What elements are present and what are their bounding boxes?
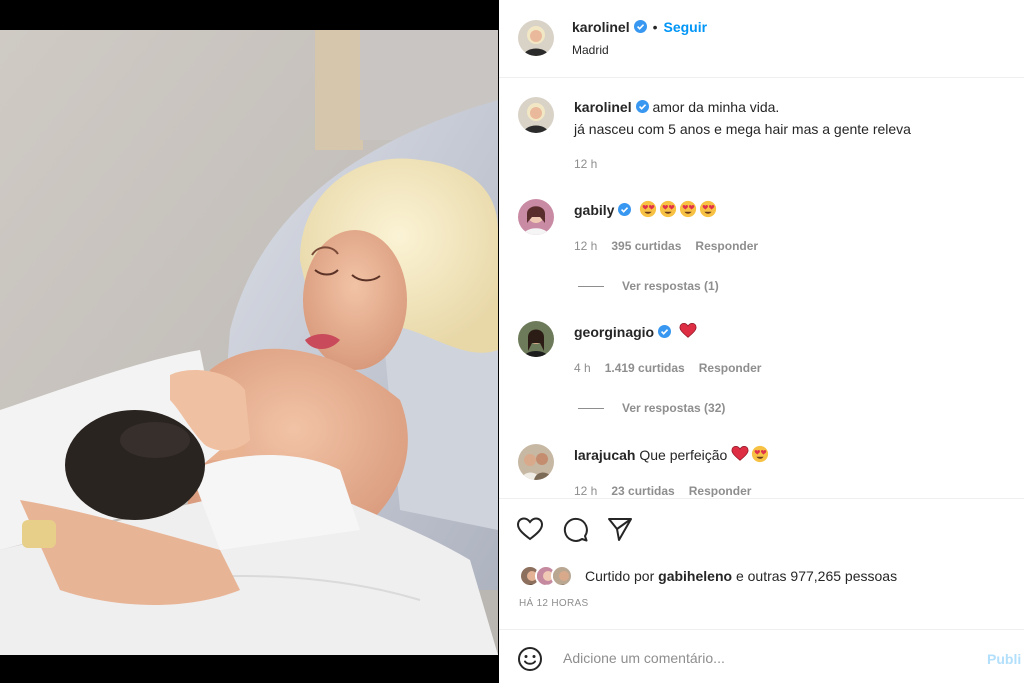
comment-username[interactable]: gabily [574, 202, 614, 218]
comment-likes[interactable]: 395 curtidas [611, 239, 681, 253]
post-location[interactable]: Madrid [572, 43, 609, 57]
liked-by[interactable]: Curtido por gabiheleno e outras 977,265 … [519, 563, 999, 589]
author-avatar[interactable] [518, 20, 554, 56]
replies-divider [578, 408, 604, 410]
comment-likes[interactable]: 1.419 curtidas [605, 361, 685, 375]
comment-meta: 12 h 395 curtidas Responder [574, 239, 772, 253]
comment-time[interactable]: 12 h [574, 239, 597, 253]
view-replies-button[interactable]: Ver respostas (1) [578, 279, 719, 293]
caption-text-line-2: já nasceu com 5 anos e mega hair mas a g… [574, 121, 911, 137]
comment-composer: Publi [499, 629, 1024, 683]
liked-by-suffix[interactable]: e outras 977,265 pessoas [736, 568, 897, 584]
verified-badge-icon [658, 325, 672, 338]
heart-eyes-emoji-icon [700, 200, 717, 218]
liked-by-user[interactable]: gabiheleno [658, 568, 732, 584]
comment-body: gabily [574, 199, 719, 221]
heart-eyes-emoji-icon [660, 200, 677, 218]
comment-input[interactable] [563, 644, 973, 672]
reply-button[interactable]: Responder [689, 484, 752, 497]
post-details-panel: karolinel•Seguir Madrid · karolinel amor… [499, 0, 1024, 683]
caption-text-line-1: amor da minha vida. [652, 99, 780, 115]
post-actions: Curtido por gabiheleno e outras 977,265 … [499, 498, 1024, 628]
comment-time[interactable]: 4 h [574, 361, 591, 375]
heart-eyes-emoji-icon [752, 445, 769, 463]
commenter-avatar[interactable] [518, 199, 554, 235]
red-heart-emoji-icon [731, 445, 749, 461]
liked-by-text: Curtido por gabiheleno e outras 977,265 … [585, 568, 897, 584]
liker-avatar [551, 565, 573, 587]
commenter-avatar[interactable] [518, 444, 554, 480]
replies-divider [578, 286, 604, 288]
post-photo [0, 30, 498, 655]
caption-time[interactable]: 12 h [574, 157, 597, 171]
comment-emojis [731, 445, 771, 463]
heart-eyes-emoji-icon [680, 200, 697, 218]
post-timestamp[interactable]: HÁ 12 HORAS [519, 598, 588, 609]
comment-text: Que perfeição [639, 447, 728, 463]
post-header: karolinel•Seguir Madrid · [499, 0, 1024, 78]
separator-dot: • [652, 19, 658, 35]
reply-button[interactable]: Responder [695, 239, 758, 253]
comments-list[interactable]: karolinel amor da minha vida. já nasceu … [499, 79, 1024, 497]
comment-icon[interactable] [561, 515, 589, 543]
reply-button[interactable]: Responder [699, 361, 762, 375]
comment-likes[interactable]: 23 curtidas [611, 484, 674, 497]
heart-eyes-emoji-icon [640, 200, 657, 218]
view-replies-label: Ver respostas (1) [622, 279, 719, 293]
view-replies-button[interactable]: Ver respostas (32) [578, 401, 725, 415]
share-icon[interactable] [606, 515, 634, 543]
post-viewer: karolinel•Seguir Madrid · karolinel amor… [0, 0, 1024, 683]
red-heart-emoji-icon [679, 322, 697, 338]
follow-button[interactable]: Seguir [664, 19, 708, 35]
commenter-avatar[interactable] [518, 321, 554, 357]
caption-username[interactable]: karolinel [574, 99, 632, 115]
comment-emojis [679, 322, 699, 340]
caption-meta: 12 h [574, 157, 611, 171]
comment-body: larajucah Que perfeição [574, 444, 771, 466]
liked-by-prefix: Curtido por [585, 568, 655, 584]
caption-line-1: karolinel amor da minha vida. [574, 96, 779, 118]
comment-username[interactable]: georginagio [574, 324, 654, 340]
verified-badge-icon [618, 203, 632, 216]
caption-avatar[interactable] [518, 97, 554, 133]
comment-time[interactable]: 12 h [574, 484, 597, 497]
author-line: karolinel • Seguir [572, 19, 707, 37]
comment-meta: 4 h 1.419 curtidas Responder [574, 361, 775, 375]
author-username[interactable]: karolinel [572, 19, 630, 35]
verified-badge-icon [633, 20, 647, 33]
emoji-picker-icon[interactable] [517, 646, 543, 672]
comment-body: georginagio [574, 321, 699, 343]
verified-badge-icon [635, 100, 649, 113]
view-replies-label: Ver respostas (32) [622, 401, 726, 415]
heart-icon[interactable] [516, 515, 544, 543]
comment-emojis [639, 200, 719, 218]
publish-button[interactable]: Publi [987, 651, 1021, 667]
mother-and-newborn-photo [0, 30, 498, 655]
comment-meta: 12 h 23 curtidas Responder [574, 484, 765, 497]
comment-username[interactable]: larajucah [574, 447, 635, 463]
